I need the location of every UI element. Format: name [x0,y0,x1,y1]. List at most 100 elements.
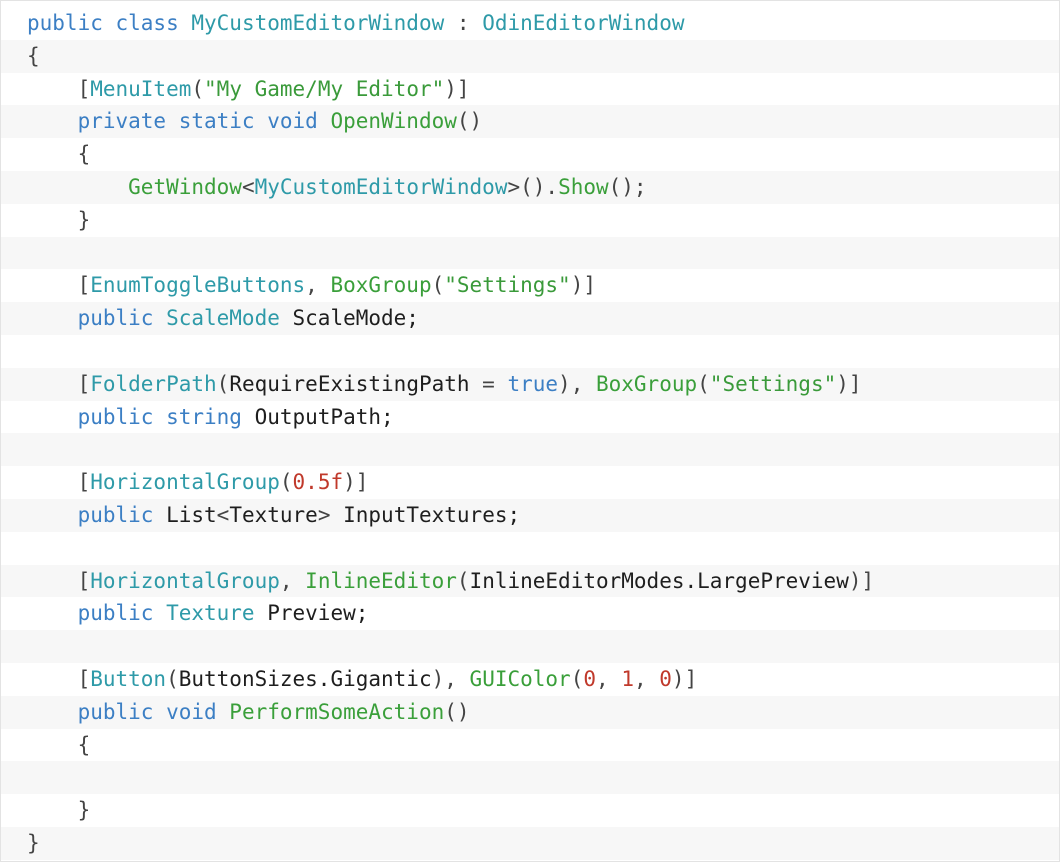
code-token: ( [279,470,293,495]
code-token: Show [558,174,609,199]
code-token: Texture [166,601,255,626]
code-token: [ [27,470,91,495]
code-line: [Button(ButtonSizes.Gigantic), GUIColor(… [1,662,1059,696]
code-token: ( [166,666,179,691]
code-line: [HorizontalGroup, InlineEditor(InlineEdi… [1,564,1059,598]
code-token: public class [27,11,192,35]
code-token: )] [343,470,369,495]
code-token: HorizontalGroup [90,470,280,495]
code-token: , [279,568,306,593]
code-token: OpenWindow [330,109,457,134]
code-token: { [27,732,91,757]
code-line: private static void OpenWindow() [1,105,1059,139]
code-token: 0 [583,666,597,691]
code-token: (); [608,174,647,199]
code-token: "My Game/My Editor" [204,76,445,101]
code-token: > [317,502,331,527]
code-token: GetWindow [128,174,242,199]
code-token: , [305,273,331,298]
code-token: ScaleMode [166,306,280,331]
code-token: ( [431,273,445,298]
code-token: ), [431,666,470,691]
code-line: { [1,39,1059,73]
code-token: PerformSomeAction [229,699,445,724]
code-token: 1 [621,666,634,691]
code-token: () [456,109,483,134]
code-token: )] [836,371,862,396]
code-token: MenuItem [90,76,192,101]
code-token: true [507,371,559,396]
code-line: [MenuItem("My Game/My Editor")] [1,72,1059,106]
code-token: [ [27,371,91,396]
code-token: InputTextures; [330,502,521,527]
code-token: public [27,601,167,626]
code-line: { [1,728,1059,762]
code-line: } [1,794,1059,827]
code-token: ButtonSizes.Gigantic [178,666,432,691]
code-line: public string OutputPath; [1,400,1059,434]
code-token: ( [570,666,584,691]
code-line [1,630,1059,663]
code-line: public ScaleMode ScaleMode; [1,302,1059,335]
code-token: = [469,371,508,396]
code-line: [EnumToggleButtons, BoxGroup("Settings")… [1,269,1059,303]
code-token: ( [216,371,230,396]
code-token: FolderPath [90,371,217,396]
code-token: () [444,699,470,724]
code-token: , [633,666,660,691]
code-token: < [241,174,255,199]
code-token: ( [697,371,710,396]
code-token: public string [27,404,255,429]
code-line: GetWindow<MyCustomEditorWindow>().Show()… [1,170,1059,204]
code-line: { [1,138,1059,171]
code-token: InlineEditorModes.LargePreview [469,568,849,593]
code-token: { [27,142,91,167]
code-token: MyCustomEditorWindow [191,11,445,35]
code-token: Texture [229,502,318,527]
code-line: public List<Texture> InputTextures; [1,498,1059,532]
code-token: ( [456,568,470,593]
code-token: )] [444,76,470,101]
code-token: "Settings" [444,273,571,298]
code-token: BoxGroup [595,371,698,396]
code-token: List [166,502,217,527]
code-token: , [596,666,622,691]
code-lines: public class MyCustomEditorWindow : Odin… [1,7,1059,860]
code-token: OutputPath; [254,404,394,429]
code-token: )] [570,273,596,298]
code-token: [ [27,273,91,298]
code-token: >(). [507,174,559,199]
code-token: ScaleMode; [279,306,419,331]
code-token: )] [848,568,875,593]
code-token: [ [27,76,91,101]
code-line [1,531,1059,565]
code-line: } [1,826,1059,860]
code-token: public [27,502,167,527]
code-token: } [27,830,40,855]
code-token: RequireExistingPath [229,371,470,396]
code-line [1,334,1059,368]
code-token: public [27,306,167,331]
code-token: )] [671,666,698,691]
code-token: Preview; [254,601,369,626]
code-line: [HorizontalGroup(0.5f)] [1,466,1059,499]
code-line [1,433,1059,467]
code-token: } [27,798,91,823]
code-line: } [1,203,1059,237]
code-token: 0 [659,666,672,691]
code-token: ( [191,76,205,101]
code-line: public Texture Preview; [1,597,1059,631]
code-token: 0.5f [292,470,344,495]
code-line [1,761,1059,795]
code-token: HorizontalGroup [90,568,280,593]
code-line: [FolderPath(RequireExistingPath = true),… [1,367,1059,401]
code-token: EnumToggleButtons [90,273,306,298]
code-token: GUIColor [469,666,571,691]
code-block[interactable]: public class MyCustomEditorWindow : Odin… [0,0,1060,862]
code-token: < [216,502,230,527]
code-token: : [444,11,483,35]
code-token: ), [558,371,596,396]
code-token: OdinEditorWindow [482,11,685,35]
code-token: Button [90,666,167,691]
